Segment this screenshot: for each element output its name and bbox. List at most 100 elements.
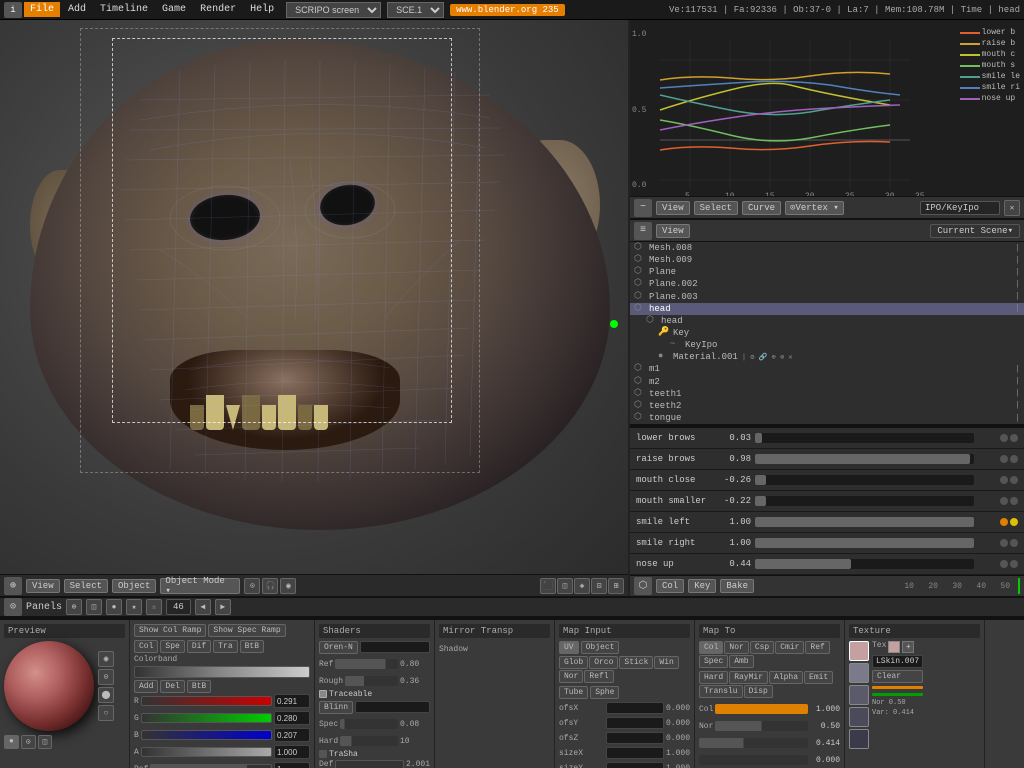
shape-key-mouth-smaller[interactable]: mouth smaller -0.22 — [630, 491, 1024, 512]
sphe-btn[interactable]: Sphe — [590, 686, 619, 699]
csp-btn[interactable]: Csp — [750, 641, 774, 654]
emit-btn[interactable]: Emit — [804, 671, 833, 684]
scene-item-teeth2[interactable]: ⬡ teeth2 | — [630, 400, 1024, 412]
object-button[interactable]: Object — [112, 579, 156, 593]
screen-selector-2[interactable]: SCE.1 — [387, 2, 444, 18]
mt-var2-bar[interactable] — [699, 755, 808, 765]
preview-mode-3[interactable]: ◫ — [38, 735, 53, 749]
mat-ref-slider[interactable] — [150, 764, 272, 768]
blinn-btn[interactable]: Blinn — [319, 701, 353, 714]
graph-close-btn[interactable]: ✕ — [1004, 200, 1020, 216]
size-y-field[interactable] — [606, 762, 664, 768]
sh-ref-slider[interactable] — [335, 659, 398, 669]
cb-btb-btn[interactable]: BtB — [187, 680, 211, 693]
object-mode-selector[interactable]: Object Mode ▾ — [160, 578, 240, 594]
graph-curve-btn[interactable]: Curve — [742, 201, 781, 215]
preview-mode-1[interactable]: ● — [4, 735, 19, 749]
ofs-x-field[interactable] — [606, 702, 664, 714]
tube-btn[interactable]: Tube — [559, 686, 588, 699]
mode-icon-2[interactable]: ◫ — [557, 578, 573, 594]
tex-btn-1[interactable]: + — [902, 641, 914, 653]
mat-tab-btb[interactable]: BtB — [240, 640, 264, 653]
mat-b-input[interactable] — [274, 728, 310, 742]
scene-item-teeth1[interactable]: ⬡ teeth1 | — [630, 388, 1024, 400]
scene-item-material[interactable]: ● Material.001 | ⚙ 🔗 ⊕ ⊗ ✕ — [630, 351, 1024, 363]
mt-icon[interactable]: ⊙ — [4, 598, 22, 616]
refl-btn[interactable]: Refl — [584, 670, 613, 683]
tex-slot-3[interactable] — [849, 685, 869, 705]
menu-help[interactable]: Help — [244, 2, 280, 17]
mat-tab-dif[interactable]: Dif — [187, 640, 211, 653]
tex-slot-1[interactable] — [849, 641, 869, 661]
mat-g-slider[interactable] — [141, 713, 272, 723]
sh-hard-slider[interactable] — [340, 736, 398, 746]
shape-key-lower-brows[interactable]: lower brows 0.03 — [630, 428, 1024, 449]
select-button[interactable]: Select — [64, 579, 108, 593]
vp-icon-2[interactable]: 🎧 — [262, 578, 278, 594]
shape-key-raise-brows[interactable]: raise brows 0.98 — [630, 449, 1024, 470]
scene-item-head[interactable]: ⬡ head | — [630, 303, 1024, 315]
mt-btn-3[interactable]: ● — [106, 599, 122, 615]
menu-file[interactable]: File — [24, 2, 60, 17]
mat-tab-tra[interactable]: Tra — [213, 640, 237, 653]
3d-viewport[interactable]: (46) head ⊕ View Select Object Object Mo… — [0, 20, 630, 596]
vp-icon-3[interactable]: ◉ — [280, 578, 296, 594]
col-ramp-btn[interactable]: Show Col Ramp — [134, 624, 206, 637]
tex-clear-btn[interactable]: Clear — [872, 670, 923, 683]
size-x-field[interactable] — [606, 747, 664, 759]
menu-timeline[interactable]: Timeline — [94, 2, 154, 17]
cb-del-btn[interactable]: Del — [160, 680, 184, 693]
mt-btn-5[interactable]: ☆ — [146, 599, 162, 615]
mt-nor-bar[interactable] — [715, 721, 808, 731]
sk-col-btn[interactable]: Col — [656, 579, 684, 593]
trasha-cb[interactable] — [319, 750, 327, 758]
tex-name-field[interactable]: LSkin.007 — [872, 655, 923, 668]
menu-add[interactable]: Add — [62, 2, 92, 17]
screen-selector-1[interactable]: SCRIPO screen — [286, 2, 381, 18]
translu-btn[interactable]: Translu — [699, 685, 743, 698]
outliner-icon[interactable]: ≡ — [634, 222, 652, 240]
vp-icon-1[interactable]: ⊙ — [244, 578, 260, 594]
mt-col-bar[interactable] — [715, 704, 808, 714]
mt-btn-1[interactable]: ⊕ — [66, 599, 82, 615]
scene-item-plane003[interactable]: ⬡ Plane.003 | — [630, 291, 1024, 303]
sk-bake-btn[interactable]: Bake — [720, 579, 754, 593]
ipo-keyipo-selector[interactable]: IPO/KeyIpo — [920, 201, 1000, 215]
shape-key-nose-up[interactable]: nose up 0.44 — [630, 554, 1024, 575]
shape-key-smile-right[interactable]: smile right 1.00 — [630, 533, 1024, 554]
scene-item-tongue[interactable]: ⬡ tongue | — [630, 412, 1024, 424]
oren-btn[interactable]: Oren-N — [319, 641, 358, 654]
orco-btn[interactable]: Orco — [589, 656, 618, 669]
ref-map-btn[interactable]: Ref — [805, 641, 829, 654]
mat-r-input[interactable] — [274, 694, 310, 708]
ofs-z-field[interactable] — [606, 732, 664, 744]
tex-slot-5[interactable] — [849, 729, 869, 749]
preview-btn-1[interactable]: ◉ — [98, 651, 114, 667]
mode-icon-1[interactable]: ⬛ — [540, 578, 556, 594]
glob-btn[interactable]: Glob — [559, 656, 588, 669]
tex-slot-2[interactable] — [849, 663, 869, 683]
preview-mode-2[interactable]: ⊙ — [21, 735, 36, 749]
scene-item-head-data[interactable]: ⬡ head — [630, 315, 1024, 327]
scene-item-mesh009[interactable]: ⬡ Mesh.009 | — [630, 254, 1024, 266]
disp-btn[interactable]: Disp — [744, 685, 773, 698]
menu-render[interactable]: Render — [194, 2, 242, 17]
scene-item-plane002[interactable]: ⬡ Plane.002 | — [630, 278, 1024, 290]
current-scene-selector[interactable]: Current Scene▾ — [930, 224, 1020, 238]
preview-btn-4[interactable]: ○ — [98, 705, 114, 721]
graph-icon[interactable]: ~ — [634, 199, 652, 217]
amb-btn[interactable]: Amb — [729, 655, 753, 668]
mt-btn-2[interactable]: ◫ — [86, 599, 102, 615]
scene-item-plane[interactable]: ⬡ Plane | — [630, 266, 1024, 278]
graph-select-btn[interactable]: Select — [694, 201, 738, 215]
alpha-btn[interactable]: Alpha — [769, 671, 803, 684]
spec-map-btn[interactable]: Spec — [699, 655, 728, 668]
def-field[interactable] — [335, 760, 404, 768]
sk-icon[interactable]: ⬡ — [634, 577, 652, 595]
mat-tab-col[interactable]: Col — [134, 640, 158, 653]
mode-icon-5[interactable]: ⊞ — [608, 578, 624, 594]
mat-tab-spe[interactable]: Spe — [160, 640, 184, 653]
outliner-view-btn[interactable]: View — [656, 224, 690, 238]
mt-frame-selector[interactable]: 46 — [166, 599, 191, 615]
mat-ref-input[interactable] — [274, 762, 310, 768]
